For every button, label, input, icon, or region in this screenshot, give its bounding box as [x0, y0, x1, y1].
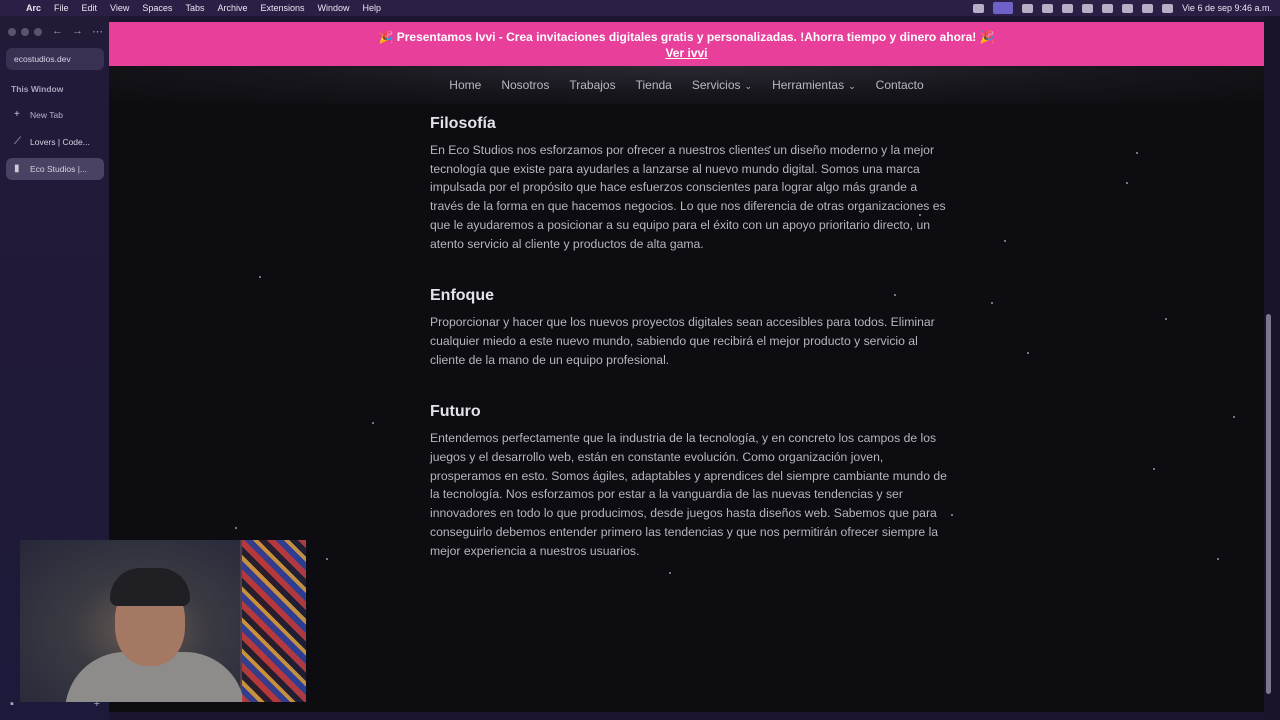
webcam-person-beanie	[110, 568, 190, 606]
back-arrow-icon[interactable]: ←	[52, 25, 63, 38]
about-article: Filosofía En Eco Studios nos esforzamos …	[430, 114, 950, 593]
star	[1136, 152, 1138, 154]
menu-app-arc[interactable]: Arc	[26, 3, 41, 13]
search-icon[interactable]	[1122, 3, 1134, 13]
new-tab-button[interactable]: + New Tab	[6, 104, 104, 126]
status-icons: Vie 6 de sep 9:46 a.m.	[973, 2, 1272, 14]
star	[1217, 558, 1219, 560]
nav-tienda[interactable]: Tienda	[636, 78, 672, 92]
nav-buttons: ← → ⋯	[52, 25, 103, 38]
webcam-overlay	[20, 540, 306, 702]
section-body-futuro: Entendemos perfectamente que la industri…	[430, 431, 947, 558]
star	[1126, 182, 1128, 184]
at-icon[interactable]	[1062, 3, 1074, 13]
promo-banner-text: 🎉 Presentamos Ivvi - Crea invitaciones d…	[378, 30, 995, 44]
zoom-window-button[interactable]	[34, 28, 42, 36]
star	[951, 514, 953, 516]
section-body-enfoque: Proporcionar y hacer que los nuevos proy…	[430, 315, 935, 367]
section-title-enfoque: Enfoque	[430, 287, 494, 305]
screen-share-icon[interactable]	[993, 2, 1014, 14]
star	[991, 302, 993, 304]
nav-contacto[interactable]: Contacto	[876, 78, 924, 92]
status-app-icon[interactable]	[973, 3, 985, 13]
webcam-wall-art	[242, 540, 306, 702]
nav-servicios-label: Servicios	[691, 78, 741, 92]
control-center-icon[interactable]	[1142, 3, 1154, 13]
star	[1004, 240, 1006, 242]
promo-banner-link[interactable]: Ver ivvi	[109, 46, 1264, 60]
nav-servicios[interactable]: Servicios ⌄	[692, 78, 752, 92]
minimize-window-button[interactable]	[21, 28, 29, 36]
star	[1153, 468, 1155, 470]
menu-tabs[interactable]: Tabs	[185, 3, 204, 13]
menu-extensions[interactable]: Extensions	[260, 3, 304, 13]
sidebar-tab-lovers[interactable]: ⟋ Lovers | Code...	[6, 131, 104, 153]
menu-clock[interactable]: Vie 6 de sep 9:46 a.m.	[1182, 3, 1272, 13]
section-title-filosofia: Filosofía	[430, 115, 496, 132]
close-window-button[interactable]	[8, 28, 16, 36]
star	[326, 558, 328, 560]
star	[1165, 318, 1167, 320]
sidebar-tab-label: Lovers | Code...	[30, 137, 90, 147]
star	[1027, 352, 1029, 354]
menu-help[interactable]: Help	[363, 3, 382, 13]
extension-icon[interactable]	[1082, 3, 1094, 13]
promo-banner: 🎉 Presentamos Ivvi - Crea invitaciones d…	[109, 22, 1264, 66]
star	[1233, 416, 1235, 418]
codelovers-favicon-icon: ⟋	[14, 136, 21, 147]
clipboard-icon[interactable]	[1022, 3, 1034, 13]
star	[259, 276, 261, 278]
address-bar[interactable]: ecostudios.dev	[6, 48, 104, 70]
sidebar-tab-eco-studios[interactable]: ▮ Eco Studios |...	[6, 158, 104, 180]
more-options-icon[interactable]: ⋯	[92, 25, 103, 38]
menu-view[interactable]: View	[110, 3, 129, 13]
chevron-down-icon: ⌄	[848, 81, 856, 91]
wifi-icon[interactable]	[1102, 3, 1114, 13]
section-body-filosofia: En Eco Studios nos esforzamos por ofrece…	[430, 143, 946, 251]
menu-spaces[interactable]: Spaces	[142, 3, 172, 13]
star	[372, 422, 374, 424]
siri-icon[interactable]	[1162, 3, 1174, 13]
star	[235, 527, 237, 529]
menu-edit[interactable]: Edit	[82, 3, 98, 13]
nav-herramientas[interactable]: Herramientas ⌄	[772, 78, 856, 92]
sidebar-tab-label: Eco Studios |...	[30, 164, 88, 174]
archive-icon[interactable]: ▪	[10, 698, 14, 710]
section-title-futuro: Futuro	[430, 403, 481, 421]
display-icon[interactable]	[1042, 3, 1054, 13]
menu-file[interactable]: File	[54, 3, 69, 13]
new-tab-label: New Tab	[30, 110, 63, 120]
site-navigation: Home Nosotros Trabajos Tienda Servicios ⌄…	[109, 66, 1264, 104]
nav-home[interactable]: Home	[449, 78, 481, 92]
nav-trabajos[interactable]: Trabajos	[569, 78, 615, 92]
ecostudios-favicon-icon: ▮	[14, 163, 20, 174]
menu-window[interactable]: Window	[318, 3, 350, 13]
menu-bar: Arc File Edit View Spaces Tabs Archive E…	[0, 0, 1280, 16]
sidebar-section-title: This Window	[11, 84, 64, 94]
chevron-down-icon: ⌄	[744, 81, 753, 91]
nav-nosotros[interactable]: Nosotros	[501, 78, 549, 92]
forward-arrow-icon[interactable]: →	[72, 25, 83, 38]
nav-herramientas-label: Herramientas	[772, 78, 845, 92]
plus-icon: +	[14, 109, 20, 120]
window-controls	[8, 28, 42, 36]
menu-archive[interactable]: Archive	[217, 3, 247, 13]
page-scrollbar[interactable]	[1266, 314, 1271, 694]
